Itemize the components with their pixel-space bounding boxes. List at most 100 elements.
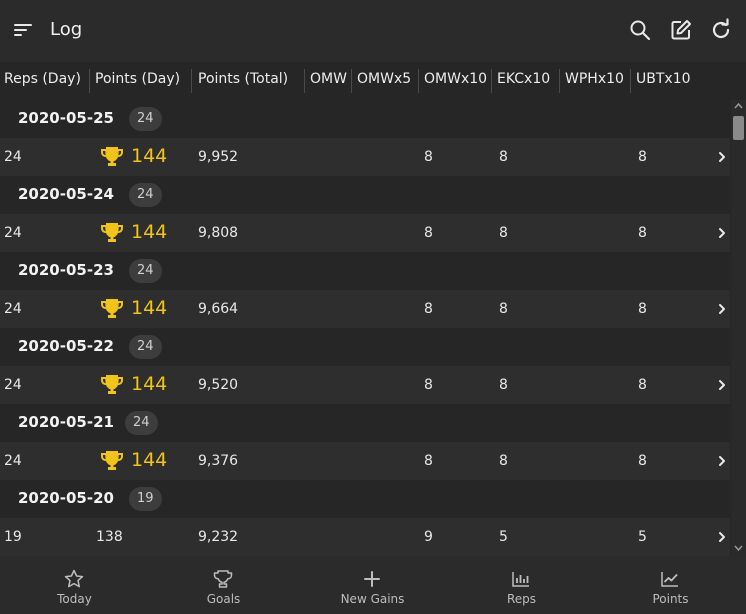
column-header: Reps (Day) Points (Day) Points (Total) O… [0,62,746,100]
omwx10-value: 8 [424,225,433,241]
points-day-value: 144 [131,449,168,471]
scroll-up-arrow-icon[interactable] [734,102,743,110]
group-date: 2020-05-21 [18,413,114,431]
nav-label: Points [652,592,689,606]
group-date: 2020-05-22 [18,337,114,355]
reps-day-value: 24 [4,377,22,393]
column-ubtx10[interactable]: UBTx10 [636,71,691,87]
group-date: 2020-05-23 [18,261,114,279]
nav-goals[interactable]: Goals [149,556,298,614]
trophy-icon [213,570,233,588]
date-group-header[interactable]: 2020-05-20 19 [0,480,730,518]
column-omw[interactable]: OMW [310,71,347,87]
points-day-value: 144 [131,373,168,395]
log-row[interactable]: 24 144 9,664 8 8 8 [0,290,730,328]
ekcx10-value: 8 [499,377,508,393]
ubtx10-value: 8 [638,149,647,165]
date-group-header[interactable]: 2020-05-23 24 [0,252,730,290]
date-group-header[interactable]: 2020-05-22 24 [0,328,730,366]
line-chart-icon [661,572,678,587]
log-row[interactable]: 19 138 9,232 9 5 5 [0,518,730,556]
points-total-value: 9,520 [198,377,239,393]
reps-count-badge: 24 [129,335,162,359]
points-total-value: 9,232 [198,529,239,545]
column-divider[interactable] [418,69,419,93]
ekcx10-value: 8 [499,453,508,469]
reps-day-value: 24 [4,149,22,165]
column-ekcx10[interactable]: EKCx10 [497,71,550,87]
column-divider[interactable] [630,69,631,93]
points-total-value: 9,664 [198,301,239,317]
ekcx10-value: 5 [499,529,508,545]
column-divider[interactable] [351,69,352,93]
nav-label: Today [57,592,92,606]
reps-count-badge: 19 [129,487,162,511]
ekcx10-value: 8 [499,225,508,241]
column-wphx10[interactable]: WPHx10 [565,71,624,87]
chevron-right-icon[interactable] [716,378,728,392]
trophy-icon [101,451,123,470]
chevron-right-icon[interactable] [716,530,728,544]
ubtx10-value: 8 [638,301,647,317]
ekcx10-value: 8 [499,301,508,317]
trophy-icon [101,147,123,166]
plus-icon [364,571,380,587]
page-title: Log [50,19,83,40]
chevron-right-icon[interactable] [716,226,728,240]
chevron-right-icon[interactable] [716,302,728,316]
log-row[interactable]: 24 144 9,376 8 8 8 [0,442,730,480]
nav-label: New Gains [340,592,405,606]
group-date: 2020-05-20 [18,489,114,507]
nav-label: Reps [506,592,537,606]
group-date: 2020-05-25 [18,109,114,127]
reps-day-value: 19 [4,529,22,545]
points-total-value: 9,808 [198,225,239,241]
group-date: 2020-05-24 [18,185,114,203]
column-divider[interactable] [559,69,560,93]
nav-today[interactable]: Today [0,556,149,614]
app-bar: Log [0,0,746,62]
log-row[interactable]: 24 144 9,808 8 8 8 [0,214,730,252]
date-group-header[interactable]: 2020-05-24 24 [0,176,730,214]
scrollbar-thumb[interactable] [733,116,744,140]
points-day-value: 144 [131,145,168,167]
log-row[interactable]: 24 144 9,952 8 8 8 [0,138,730,176]
bar-chart-icon [512,572,529,587]
scroll-down-arrow-icon[interactable] [734,544,743,552]
column-omwx5[interactable]: OMWx5 [357,71,411,87]
date-group-header[interactable]: 2020-05-25 24 [0,100,730,138]
points-day-value: 144 [131,221,168,243]
omwx10-value: 8 [424,377,433,393]
search-icon[interactable] [628,18,652,42]
column-points-day[interactable]: Points (Day) [95,71,180,87]
omwx10-value: 8 [424,301,433,317]
ubtx10-value: 5 [638,529,647,545]
ubtx10-value: 8 [638,377,647,393]
column-divider[interactable] [191,69,192,93]
date-group-header[interactable]: 2020-05-21 24 [0,404,730,442]
ubtx10-value: 8 [638,225,647,241]
column-divider[interactable] [89,69,90,93]
chevron-right-icon[interactable] [716,150,728,164]
chevron-right-icon[interactable] [716,454,728,468]
nav-reps[interactable]: Reps [447,556,596,614]
column-divider[interactable] [491,69,492,93]
star-icon [64,569,84,588]
column-points-total[interactable]: Points (Total) [198,71,288,87]
reps-day-value: 24 [4,301,22,317]
refresh-icon[interactable] [709,18,733,42]
reps-count-badge: 24 [129,107,162,131]
log-row[interactable]: 24 144 9,520 8 8 8 [0,366,730,404]
column-omwx10[interactable]: OMWx10 [424,71,487,87]
reps-day-value: 24 [4,453,22,469]
points-total-value: 9,376 [198,453,239,469]
nav-label: Goals [206,592,241,606]
points-day-value: 138 [96,529,123,545]
menu-icon[interactable] [12,20,34,40]
edit-icon[interactable] [669,18,693,42]
nav-new-gains[interactable]: New Gains [298,556,447,614]
nav-points[interactable]: Points [596,556,745,614]
column-divider[interactable] [304,69,305,93]
vertical-scrollbar[interactable] [731,100,746,556]
column-reps-day[interactable]: Reps (Day) [4,71,81,87]
